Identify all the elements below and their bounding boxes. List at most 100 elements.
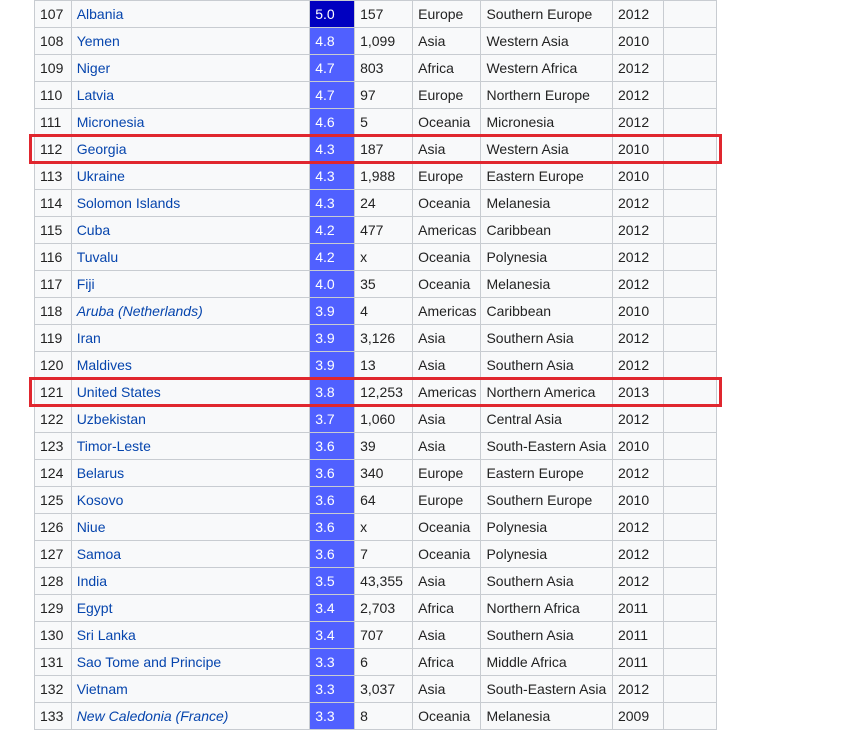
country-link[interactable]: Samoa	[70, 540, 311, 568]
empty-cell	[662, 621, 718, 649]
country-name[interactable]: United States	[77, 384, 161, 400]
year-cell: 2012	[611, 513, 664, 541]
country-link[interactable]: Fiji	[70, 270, 311, 298]
country-link[interactable]: Niue	[70, 513, 311, 541]
country-link[interactable]: Tuvalu	[70, 243, 311, 271]
subregion-cell: Western Africa	[480, 54, 613, 82]
country-link[interactable]: Sao Tome and Principe	[70, 648, 311, 676]
country-link[interactable]: Aruba (Netherlands)	[70, 297, 311, 325]
country-link[interactable]: Ukraine	[70, 162, 311, 190]
country-name[interactable]: Ukraine	[77, 168, 125, 184]
country-link[interactable]: Latvia	[70, 81, 311, 109]
country-name[interactable]: Sri Lanka	[77, 627, 136, 643]
count-cell: 12,253	[354, 378, 414, 406]
country-name[interactable]: Cuba	[77, 222, 110, 238]
count-cell: 3,126	[354, 324, 414, 352]
country-link[interactable]: Timor-Leste	[70, 432, 311, 460]
country-name[interactable]: Niger	[77, 60, 110, 76]
country-name[interactable]: Fiji	[77, 276, 95, 292]
region-cell: Asia	[412, 405, 482, 433]
country-name[interactable]: Latvia	[77, 87, 114, 103]
country-name[interactable]: Albania	[77, 6, 124, 22]
country-link[interactable]: Vietnam	[70, 675, 311, 703]
count-cell: 803	[354, 54, 414, 82]
country-name[interactable]: Uzbekistan	[77, 411, 146, 427]
country-link[interactable]: Solomon Islands	[70, 189, 311, 217]
table-row: 107 Albania 5.0 157 Europe Southern Europe 201…	[34, 0, 718, 28]
subregion-cell: Southern Asia	[480, 567, 613, 595]
rate-cell: 3.4	[309, 594, 356, 622]
country-link[interactable]: Albania	[70, 0, 311, 28]
year-cell: 2012	[611, 324, 664, 352]
country-parent-link[interactable]: (Netherlands)	[118, 303, 203, 319]
country-name[interactable]: New Caledonia	[77, 708, 172, 724]
country-name[interactable]: Belarus	[77, 465, 124, 481]
year-cell: 2012	[611, 81, 664, 109]
country-link[interactable]: Belarus	[70, 459, 311, 487]
rank-cell: 125	[34, 486, 72, 514]
rank-cell: 129	[34, 594, 72, 622]
country-name[interactable]: Vietnam	[77, 681, 128, 697]
region-cell: Oceania	[412, 513, 482, 541]
empty-cell	[662, 27, 718, 55]
country-name[interactable]: Tuvalu	[77, 249, 119, 265]
country-name[interactable]: Kosovo	[77, 492, 124, 508]
empty-cell	[662, 540, 718, 568]
subregion-cell: South-Eastern Asia	[480, 675, 613, 703]
rate-cell: 5.0	[309, 0, 356, 28]
country-name[interactable]: Sao Tome and Principe	[77, 654, 222, 670]
country-parent-link[interactable]: (France)	[176, 708, 229, 724]
table-body: 107 Albania 5.0 157 Europe Southern Europe 201…	[34, 0, 718, 730]
year-cell: 2011	[611, 648, 664, 676]
table-row: 126 Niue 3.6 x Oceania Polynesia 2012	[34, 513, 718, 541]
country-name[interactable]: Egypt	[77, 600, 113, 616]
subregion-cell: Melanesia	[480, 702, 613, 730]
country-name[interactable]: Iran	[77, 330, 101, 346]
country-name[interactable]: Yemen	[77, 33, 120, 49]
country-link[interactable]: Georgia	[70, 135, 311, 163]
country-link[interactable]: Maldives	[70, 351, 311, 379]
region-cell: Americas	[412, 378, 482, 406]
count-cell: 1,060	[354, 405, 414, 433]
region-cell: Oceania	[412, 189, 482, 217]
country-link[interactable]: Micronesia	[70, 108, 311, 136]
rank-cell: 109	[34, 54, 72, 82]
country-link[interactable]: Cuba	[70, 216, 311, 244]
region-cell: Asia	[412, 351, 482, 379]
subregion-cell: Eastern Europe	[480, 162, 613, 190]
region-cell: Africa	[412, 594, 482, 622]
country-link[interactable]: New Caledonia (France)	[70, 702, 311, 730]
country-link[interactable]: United States	[70, 378, 311, 406]
count-cell: 24	[354, 189, 414, 217]
subregion-cell: Polynesia	[480, 513, 613, 541]
rank-cell: 107	[34, 0, 72, 28]
country-name[interactable]: Aruba	[77, 303, 114, 319]
country-name[interactable]: Micronesia	[77, 114, 145, 130]
country-link[interactable]: Niger	[70, 54, 311, 82]
country-link[interactable]: Iran	[70, 324, 311, 352]
country-name[interactable]: India	[77, 573, 107, 589]
empty-cell	[662, 513, 718, 541]
subregion-cell: Micronesia	[480, 108, 613, 136]
country-link[interactable]: Uzbekistan	[70, 405, 311, 433]
country-link[interactable]: India	[70, 567, 311, 595]
country-name[interactable]: Niue	[77, 519, 106, 535]
subregion-cell: Caribbean	[480, 297, 613, 325]
country-name[interactable]: Georgia	[77, 141, 127, 157]
count-cell: 4	[354, 297, 414, 325]
country-name[interactable]: Samoa	[77, 546, 121, 562]
country-link[interactable]: Sri Lanka	[70, 621, 311, 649]
country-link[interactable]: Egypt	[70, 594, 311, 622]
subregion-cell: Eastern Europe	[480, 459, 613, 487]
subregion-cell: Northern Africa	[480, 594, 613, 622]
table-row: 116 Tuvalu 4.2 x Oceania Polynesia 2012	[34, 243, 718, 271]
table-row: 110 Latvia 4.7 97 Europe Northern Europe 2012	[34, 81, 718, 109]
country-link[interactable]: Kosovo	[70, 486, 311, 514]
rate-cell: 3.6	[309, 513, 356, 541]
country-name[interactable]: Maldives	[77, 357, 132, 373]
country-name[interactable]: Solomon Islands	[77, 195, 181, 211]
country-link[interactable]: Yemen	[70, 27, 311, 55]
subregion-cell: Southern Europe	[480, 486, 613, 514]
year-cell: 2012	[611, 243, 664, 271]
country-name[interactable]: Timor-Leste	[77, 438, 151, 454]
